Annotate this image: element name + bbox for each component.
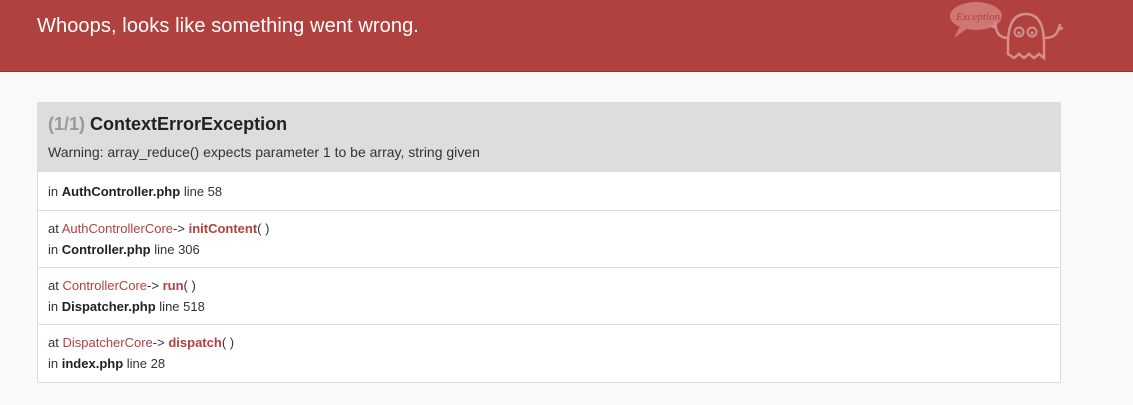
page-title: Whoops, looks like something went wrong.	[37, 15, 419, 37]
in-label: in	[48, 299, 59, 314]
frame-location: in index.php line 28	[48, 353, 1050, 374]
at-label: at	[48, 335, 59, 350]
frame-location: in Controller.php line 306	[48, 239, 1050, 260]
exception-panel: (1/1) ContextErrorException Warning: arr…	[37, 102, 1061, 383]
frame-call: at AuthControllerCore-> initContent( )	[48, 218, 1050, 239]
exception-name: ContextErrorException	[90, 114, 288, 134]
error-header: Whoops, looks like something went wrong.…	[0, 0, 1133, 72]
call-arrow: ->	[147, 278, 159, 293]
in-label: in	[48, 356, 59, 371]
class-name: AuthControllerCore	[61, 221, 174, 236]
file-name: Controller.php	[61, 242, 151, 257]
file-name: AuthController.php	[61, 184, 181, 199]
call-arrow: ->	[173, 221, 185, 236]
in-label: in	[48, 242, 59, 257]
trace-frame: at AuthControllerCore-> initContent( ) i…	[38, 210, 1060, 267]
file-name: Dispatcher.php	[61, 299, 156, 314]
frame-location: in Dispatcher.php line 518	[48, 296, 1050, 317]
exception-count: (1/1)	[48, 114, 86, 134]
line-label: line 306	[154, 242, 200, 257]
call-arrow: ->	[152, 335, 165, 350]
frame-call: at DispatcherCore-> dispatch( )	[48, 332, 1050, 353]
ghost-exception-icon: Exception!	[950, 2, 1064, 61]
line-label: line 58	[183, 184, 223, 199]
call-args: ( )	[257, 221, 270, 236]
trace-frame: at DispatcherCore-> dispatch( ) in index…	[38, 324, 1060, 382]
call-args: ( )	[183, 278, 196, 293]
at-label: at	[48, 278, 59, 293]
function-name: dispatch	[168, 335, 222, 350]
line-label: line 518	[159, 299, 205, 314]
function-name: run	[162, 278, 184, 293]
trace-frame: at ControllerCore-> run( ) in Dispatcher…	[38, 267, 1060, 324]
exception-title: (1/1) ContextErrorException	[48, 113, 1050, 135]
logo-bubble-text: Exception!	[955, 11, 1004, 23]
file-name: index.php	[61, 356, 124, 371]
call-args: ( )	[221, 335, 235, 350]
frame-call: at ControllerCore-> run( )	[48, 275, 1050, 296]
class-name: DispatcherCore	[62, 335, 153, 350]
trace-origin: in AuthController.php line 58	[38, 171, 1060, 210]
function-name: initContent	[188, 221, 258, 236]
class-name: ControllerCore	[62, 278, 148, 293]
in-label: in	[48, 184, 59, 199]
exception-message: Warning: array_reduce() expects paramete…	[48, 144, 480, 160]
exception-summary: (1/1) ContextErrorException Warning: arr…	[38, 103, 1060, 171]
at-label: at	[48, 221, 59, 236]
line-label: line 28	[126, 356, 166, 371]
